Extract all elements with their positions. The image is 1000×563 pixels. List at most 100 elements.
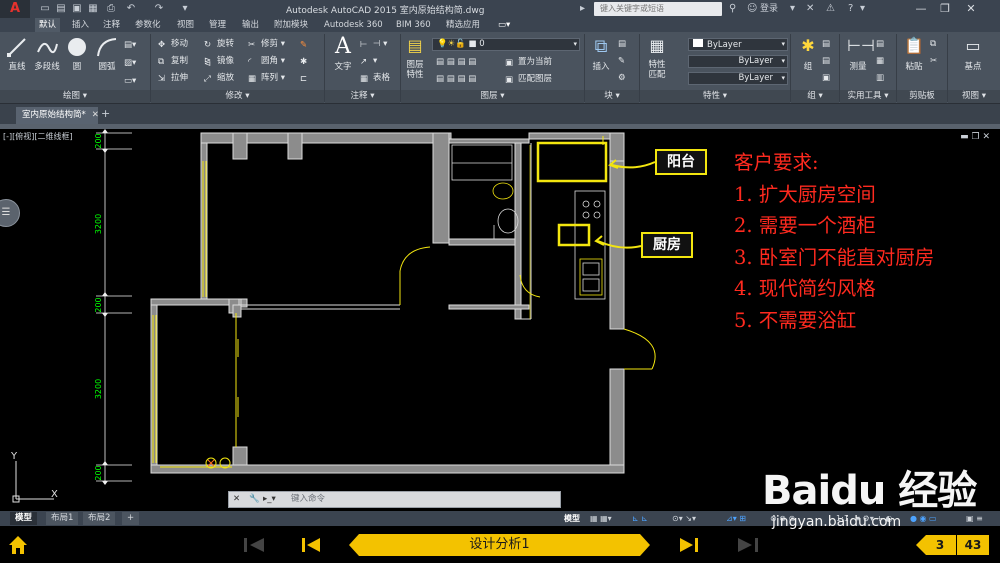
- table-tool[interactable]: ▦ 表格: [360, 71, 390, 85]
- move-tool[interactable]: ✥ 移动: [158, 37, 188, 51]
- layout-tab-model[interactable]: 模型: [10, 512, 38, 525]
- block-edit-tool[interactable]: ✎: [618, 54, 625, 68]
- tab-output[interactable]: 输出: [238, 18, 263, 32]
- explode-tool[interactable]: ✱: [300, 54, 313, 68]
- offset-tool[interactable]: ⊏: [300, 71, 313, 85]
- first-step-icon[interactable]: [242, 536, 266, 554]
- close-tab-icon[interactable]: ✕: [92, 110, 99, 120]
- group-select-tool[interactable]: ▣: [822, 71, 830, 85]
- block-create-tool[interactable]: ▤: [618, 37, 626, 51]
- save-icon[interactable]: ▣: [70, 2, 84, 16]
- new-file-icon[interactable]: ▭: [38, 2, 52, 16]
- group-edit-tool[interactable]: ▤: [822, 54, 830, 68]
- layout-tab-2[interactable]: 布局2: [83, 512, 116, 525]
- lineweight-dropdown[interactable]: ByLayer ▾: [688, 72, 788, 85]
- tab-default[interactable]: 默认: [35, 18, 61, 32]
- ortho-icon[interactable]: ⊾ ⊾: [632, 512, 648, 525]
- command-input[interactable]: 键入命令: [291, 492, 325, 507]
- scale-tool[interactable]: ⤢ 缩放: [204, 71, 234, 85]
- tab-insert[interactable]: 插入: [68, 18, 93, 32]
- draw-extra-1[interactable]: ▤▾: [124, 38, 136, 52]
- dimension-tool[interactable]: ⊢ ⊣ ▾: [360, 37, 387, 51]
- linetype-dropdown[interactable]: ByLayer ▾: [688, 55, 788, 68]
- circle-tool[interactable]: 圆: [62, 36, 92, 72]
- tab-manage[interactable]: 管理: [205, 18, 230, 32]
- command-line[interactable]: ✕ 🔧 ▸_▾ 键入命令: [228, 491, 561, 508]
- draw-extra-3[interactable]: ▭▾: [124, 74, 136, 88]
- wrench-icon[interactable]: 🔧: [249, 492, 260, 507]
- calculator-tool[interactable]: ▥: [876, 71, 884, 85]
- properties-group-label[interactable]: 特性 ▾: [640, 90, 790, 103]
- layout-tab-1[interactable]: 布局1: [46, 512, 79, 525]
- previous-step-icon[interactable]: [300, 536, 322, 554]
- grid-icon[interactable]: ▦ ▦▾: [590, 512, 612, 525]
- layer-dropdown[interactable]: 💡☀🔓 ■ 0 ▾: [432, 38, 580, 51]
- group-tool[interactable]: ✱ 组: [793, 36, 823, 72]
- text-tool[interactable]: A 文字: [328, 36, 358, 73]
- tab-addins[interactable]: 附加模块: [270, 18, 312, 32]
- quick-select-tool[interactable]: ▤: [876, 37, 884, 51]
- insert-block-tool[interactable]: ⧉ 插入: [586, 36, 616, 72]
- undo-icon[interactable]: ↶: [124, 2, 138, 16]
- rotate-tool[interactable]: ↻ 旋转: [204, 37, 234, 51]
- array-tool[interactable]: ▦ 阵列 ▾: [248, 71, 285, 85]
- layer-properties-tool[interactable]: ▤ 图层 特性: [402, 36, 428, 80]
- redo-icon[interactable]: ↷: [152, 2, 166, 16]
- ribbon-minimize-icon[interactable]: ▭▾: [494, 18, 514, 32]
- count-tool[interactable]: ▦: [876, 54, 884, 68]
- match-layer-tool[interactable]: ▣ 匹配图层: [505, 72, 552, 86]
- annotation-group-label[interactable]: 注释 ▾: [325, 90, 400, 103]
- model-space-toggle[interactable]: 模型: [564, 512, 580, 525]
- arc-tool[interactable]: 圆弧: [92, 36, 122, 72]
- binoculars-icon[interactable]: ⚲: [729, 2, 736, 16]
- set-current-layer-tool[interactable]: ▣ 置为当前: [505, 55, 552, 69]
- help-icon[interactable]: ?: [848, 2, 853, 16]
- open-file-icon[interactable]: ▤: [54, 2, 68, 16]
- base-point-tool[interactable]: ▭ 基点: [958, 36, 988, 72]
- fillet-tool[interactable]: ◜ 圆角 ▾: [248, 54, 285, 68]
- qa-dropdown-icon[interactable]: ▾: [178, 2, 192, 16]
- mirror-tool[interactable]: ⧎ 镜像: [204, 54, 234, 68]
- draw-extra-2[interactable]: ▨▾: [124, 56, 136, 70]
- minimize-icon[interactable]: —: [910, 1, 932, 17]
- close-icon[interactable]: ✕: [960, 1, 982, 17]
- line-tool[interactable]: 直线: [2, 36, 32, 72]
- tab-parametric[interactable]: 参数化: [131, 18, 165, 32]
- erase-tool[interactable]: ✎: [300, 37, 313, 51]
- plot-icon[interactable]: ⎙: [104, 2, 118, 16]
- polar-icon[interactable]: ⊙▾ ↘▾: [672, 512, 696, 525]
- autodesk-exchange-icon[interactable]: ✕: [806, 2, 814, 16]
- copy-clip-tool[interactable]: ⧉: [930, 37, 936, 51]
- block-attr-tool[interactable]: ⚙: [618, 71, 626, 85]
- cut-tool[interactable]: ✂: [930, 54, 937, 68]
- document-tab[interactable]: 室内原始结构简* ✕: [16, 107, 99, 124]
- last-step-icon[interactable]: [736, 536, 760, 554]
- exchange-icon[interactable]: ▾: [790, 2, 795, 16]
- tab-autodesk360[interactable]: Autodesk 360: [320, 18, 387, 32]
- stretch-tool[interactable]: ⇲ 拉伸: [158, 71, 188, 85]
- color-dropdown[interactable]: ByLayer ▾: [688, 38, 788, 51]
- autocad-logo-button[interactable]: A: [0, 0, 30, 18]
- paste-tool[interactable]: 📋 粘贴: [899, 36, 929, 72]
- layers-group-label[interactable]: 图层 ▾: [401, 90, 584, 103]
- new-tab-icon[interactable]: +: [101, 107, 110, 120]
- view-group-label[interactable]: 视图 ▾: [948, 90, 1000, 103]
- layer-tools-row2[interactable]: ▤ ▤ ▤ ▤: [436, 72, 476, 86]
- save-as-icon[interactable]: ▦: [86, 2, 100, 16]
- add-layout-icon[interactable]: +: [122, 512, 140, 525]
- login-link[interactable]: 登录: [760, 2, 778, 16]
- trim-tool[interactable]: ✂ 修剪 ▾: [248, 37, 285, 51]
- help-search-input[interactable]: 键入关键字或短语: [594, 2, 722, 16]
- copy-tool[interactable]: ⧉ 复制: [158, 54, 188, 68]
- help-dropdown-icon[interactable]: ▾: [860, 2, 865, 16]
- restore-icon[interactable]: ❐: [934, 1, 956, 17]
- tab-bim360[interactable]: BIM 360: [392, 18, 435, 32]
- osnap-icon[interactable]: ⊿▾ ⊞: [726, 512, 746, 525]
- tab-view[interactable]: 视图: [173, 18, 198, 32]
- measure-tool[interactable]: ⊢⊣ 测量: [843, 36, 875, 72]
- modify-group-label[interactable]: 修改 ▾: [151, 90, 324, 103]
- leader-tool[interactable]: ↗ ▾: [360, 54, 377, 68]
- polyline-tool[interactable]: 多段线: [32, 36, 62, 72]
- layer-tools-row1[interactable]: ▤ ▤ ▤ ▤: [436, 55, 476, 69]
- tab-annotate[interactable]: 注释: [99, 18, 124, 32]
